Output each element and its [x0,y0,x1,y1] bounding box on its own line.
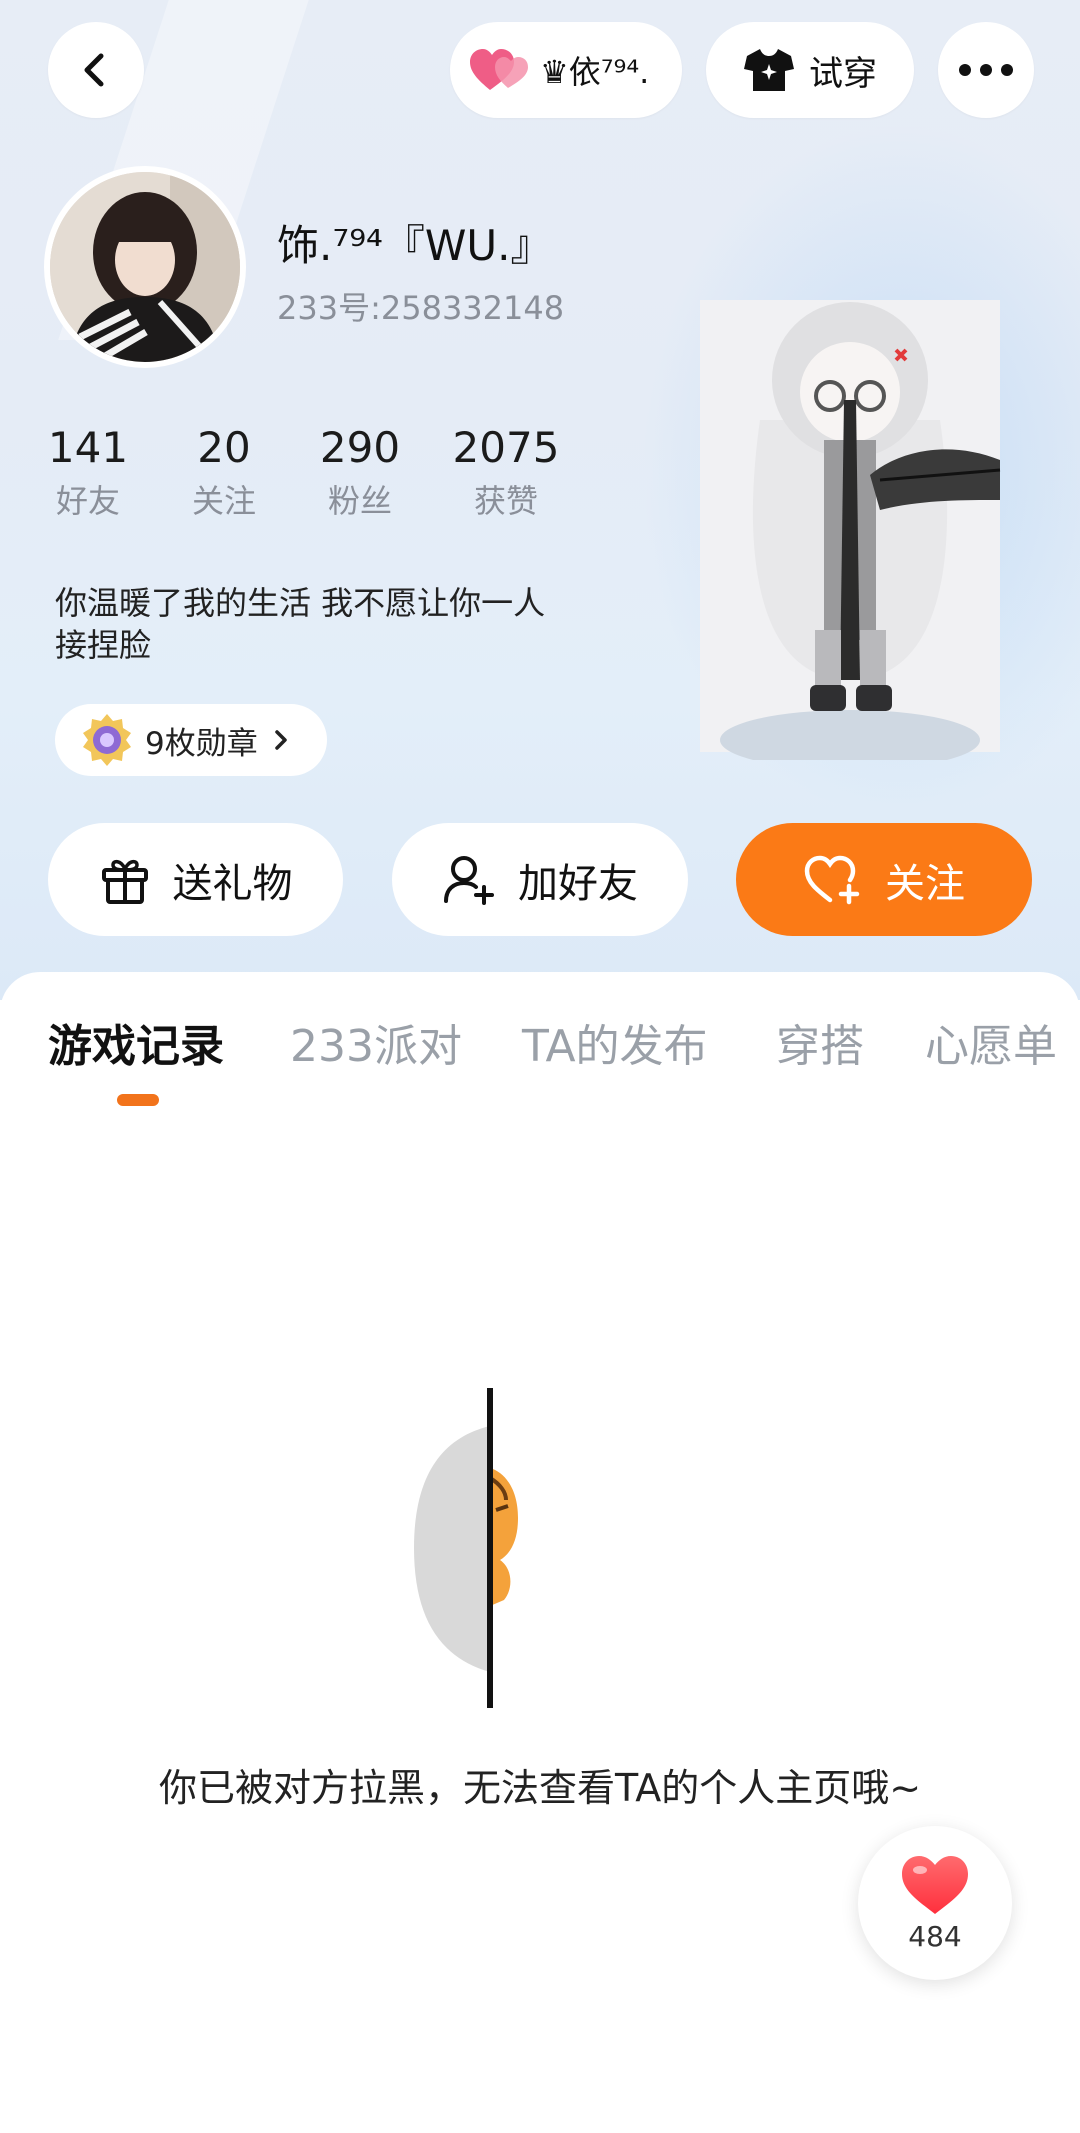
back-button[interactable] [48,22,144,118]
bio-line: 你温暖了我的生活 我不愿让你一人 [55,584,546,622]
try-on-button[interactable]: 试穿 [706,22,914,118]
stat-value: 141 [47,423,129,472]
visitor-pill[interactable]: ♛依⁷⁹⁴. [450,22,682,118]
add-friend-label: 加好友 [518,860,638,907]
visitor-name: ♛依⁷⁹⁴. [540,53,650,91]
heart-plus-icon [804,855,860,904]
more-button[interactable] [938,22,1034,118]
stat-label: 关注 [191,482,256,520]
gift-icon [101,859,148,904]
chevron-left-icon [84,53,104,87]
send-gift-button[interactable]: 送礼物 [48,823,343,936]
user-name: 饰.⁷⁹⁴『WU.』 [277,221,553,270]
tab-outfits[interactable]: 穿搭 [776,1010,864,1074]
avatar-photo [50,172,240,362]
badges-button[interactable]: 9枚勋章 [55,704,327,776]
stats-row: 141 好友 20 关注 290 粉丝 2075 获赞 [40,420,604,524]
tab-233-party[interactable]: 233派对 [290,1010,462,1074]
add-user-icon [444,855,494,905]
blocked-message: 你已被对方拉黑，无法查看TA的个人主页哦~ [158,1766,922,1810]
more-dots-icon [959,64,1013,76]
stat-value: 290 [319,423,401,472]
tshirt-icon [744,49,794,91]
follow-label: 关注 [885,860,965,907]
heart-icon [902,1855,968,1914]
stat-following[interactable]: 20 关注 [176,420,272,524]
send-gift-label: 送礼物 [172,860,293,907]
badge-medal-icon [83,714,131,766]
stat-fans[interactable]: 290 粉丝 [312,420,408,524]
active-tab-indicator [117,1094,159,1106]
stat-value: 20 [197,423,251,472]
avatar-3d-figure[interactable] [700,300,1010,770]
bio: 你温暖了我的生活 我不愿让你一人 接捏脸 [55,582,625,666]
chevron-right-icon [274,730,287,750]
try-on-label: 试穿 [809,53,877,94]
stat-label: 好友 [55,482,120,520]
user-id: 233号:258332148 [277,289,565,327]
tab-wishlist[interactable]: 心愿单 [925,1010,1057,1074]
like-count: 484 [908,1919,962,1953]
follow-button[interactable]: 关注 [736,823,1032,936]
tab-bar: 游戏记录 233派对 TA的发布 穿搭 心愿单 [0,1010,1080,1100]
stat-friends[interactable]: 141 好友 [40,420,136,524]
stat-label: 粉丝 [327,482,392,520]
blocked-illustration [408,1388,528,1708]
bio-line: 接捏脸 [55,626,152,664]
avatar-figure-illustration [700,300,1001,770]
add-friend-button[interactable]: 加好友 [392,823,688,936]
stat-likes[interactable]: 2075 获赞 [448,420,564,524]
tab-ta-posts[interactable]: TA的发布 [522,1010,708,1074]
tab-game-records[interactable]: 游戏记录 [48,1010,224,1074]
stat-value: 2075 [452,423,560,472]
badges-label: 9枚勋章 [145,725,258,762]
stat-label: 获赞 [473,482,538,520]
avatar[interactable] [44,166,246,368]
double-heart-icon [470,49,528,90]
like-button[interactable]: 484 [858,1826,1012,1980]
